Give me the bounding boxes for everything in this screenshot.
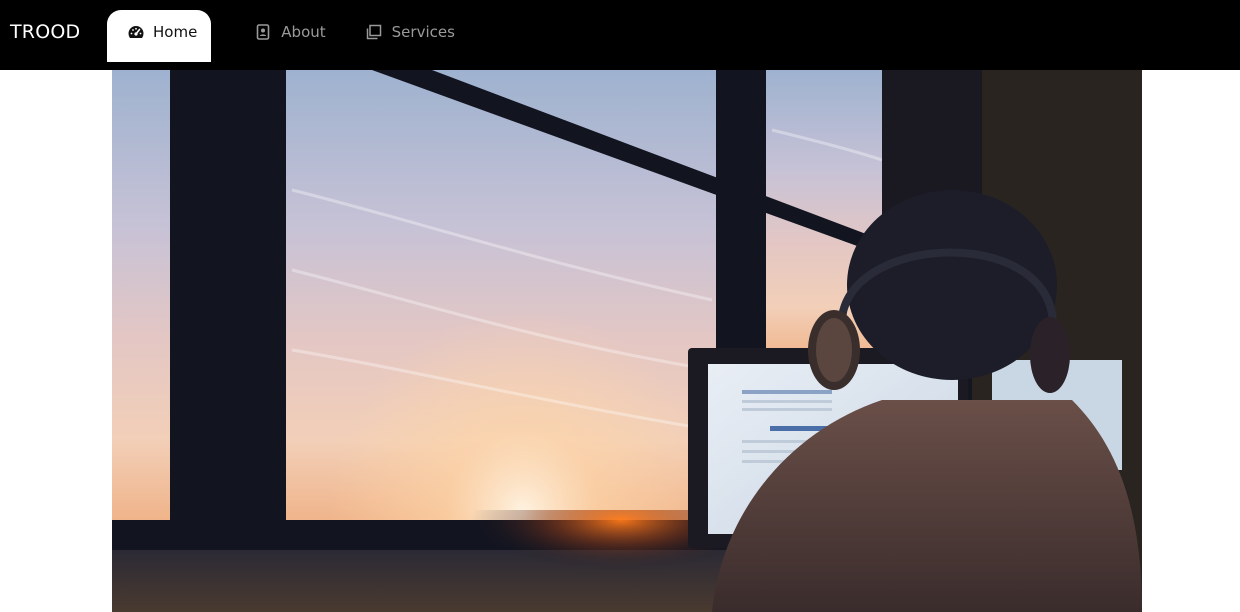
tab-services-label: Services	[391, 23, 455, 41]
contact-card-icon	[255, 24, 271, 40]
tab-about-label: About	[281, 23, 326, 41]
hero-image	[112, 70, 1142, 612]
tab-about[interactable]: About	[235, 10, 345, 54]
hero-photo-illustration	[112, 70, 1142, 612]
brand-logo[interactable]: TROOD	[10, 19, 80, 45]
tab-services[interactable]: Services	[346, 10, 475, 54]
navbar: TROOD Home About Services	[0, 0, 1240, 70]
stacked-windows-icon	[366, 24, 382, 40]
dashboard-icon	[127, 24, 144, 40]
tab-home[interactable]: Home	[107, 10, 236, 62]
nav-tabs: Home About Services	[107, 10, 475, 62]
tab-home-label: Home	[153, 23, 198, 41]
tab-curve-decoration	[211, 38, 236, 62]
